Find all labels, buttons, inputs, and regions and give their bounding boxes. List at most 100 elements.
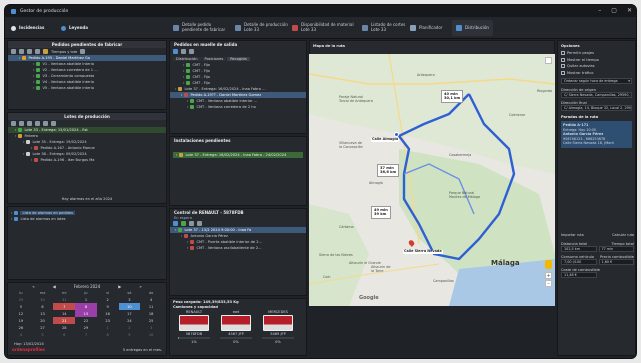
alarm-lots-item[interactable]: › Lista de alarmas en lotes bbox=[8, 216, 166, 222]
expand-icon[interactable]: › bbox=[175, 87, 176, 91]
subtab-distribucion[interactable]: Distribución bbox=[173, 57, 201, 61]
production-lot-row[interactable]: › Pedido A-196 - Iker Burgos Ma bbox=[8, 157, 166, 163]
calendar-day[interactable]: 8 bbox=[97, 331, 119, 338]
expand-icon[interactable]: › bbox=[33, 80, 34, 84]
expand-icon[interactable]: › bbox=[15, 128, 16, 132]
fullscreen-button[interactable] bbox=[545, 57, 552, 64]
expand-icon[interactable]: › bbox=[19, 56, 20, 60]
route-time-label[interactable]: 40 min 30,1 km bbox=[441, 90, 464, 103]
checkbox-icon[interactable] bbox=[561, 70, 565, 75]
order-select[interactable]: Ordenar según hora de entrega ▾ bbox=[561, 78, 632, 84]
filter-icon[interactable] bbox=[11, 49, 16, 54]
calendar-day[interactable]: 22 bbox=[75, 317, 97, 324]
outgoing-row[interactable]: › CMT - Ventana corredera de 2 ho bbox=[170, 104, 306, 110]
calendar-day[interactable]: 4 bbox=[140, 296, 162, 303]
tab-disponibilidad-material[interactable]: Disponibilidad de material Lote 33 bbox=[292, 20, 354, 36]
calendar-day[interactable]: 10 bbox=[140, 331, 162, 338]
subtab-posiciones[interactable]: Posiciones bbox=[201, 57, 227, 61]
print-icon[interactable] bbox=[197, 221, 202, 226]
checkbox-icon[interactable] bbox=[561, 64, 565, 69]
truck-icon[interactable] bbox=[173, 221, 178, 226]
calendar-day[interactable]: 7 bbox=[53, 303, 76, 310]
option-checkbox[interactable]: Mostrar tráfico bbox=[561, 70, 632, 77]
expand-icon[interactable]: › bbox=[23, 140, 24, 144]
sidebar-tab-leyenda[interactable]: Leyenda bbox=[61, 20, 88, 36]
calendar-day[interactable]: 18 bbox=[140, 310, 162, 317]
calendar-day[interactable]: 8 bbox=[75, 303, 97, 310]
expand-icon[interactable]: › bbox=[31, 146, 32, 150]
expand-icon[interactable]: › bbox=[183, 75, 184, 79]
expand-icon[interactable]: › bbox=[187, 240, 188, 244]
expand-icon[interactable]: › bbox=[183, 81, 184, 85]
calendar-day[interactable]: 29 bbox=[10, 296, 32, 303]
minimize-button[interactable]: – bbox=[598, 7, 601, 14]
sidebar-tab-incidencias[interactable]: Incidencias bbox=[11, 20, 44, 36]
expand-icon[interactable]: › bbox=[175, 228, 176, 232]
zoom-in-button[interactable]: + bbox=[545, 272, 552, 279]
calendar-day[interactable]: 10 bbox=[118, 303, 141, 310]
expand-icon[interactable]: › bbox=[15, 134, 16, 138]
calendar-day[interactable]: 16 bbox=[97, 310, 119, 317]
route-time-label[interactable]: 49 min 39 km bbox=[371, 206, 391, 219]
fuel-price-field[interactable]: 1,60 € bbox=[598, 259, 634, 265]
calendar-day[interactable]: 9 bbox=[119, 331, 141, 338]
sort-icon[interactable] bbox=[19, 49, 24, 54]
calendar-day[interactable]: 7 bbox=[75, 331, 97, 338]
truck-card[interactable]: RENAULT 5878FDB 1% bbox=[174, 310, 214, 344]
checkbox-icon[interactable] bbox=[561, 57, 565, 62]
calendar-day[interactable]: 31 bbox=[53, 296, 75, 303]
truck-icon[interactable] bbox=[173, 49, 178, 54]
expand-icon[interactable] bbox=[27, 49, 32, 54]
calendar-day[interactable]: 21 bbox=[53, 317, 76, 324]
expand-icon[interactable]: › bbox=[33, 68, 34, 72]
list-icon[interactable] bbox=[43, 121, 48, 126]
expand-icon[interactable]: › bbox=[33, 62, 34, 66]
truck-card[interactable]: MERCEDES 5469 JFP 0% bbox=[258, 310, 298, 344]
calendar-day[interactable]: 20 bbox=[32, 317, 54, 324]
times-and-lot-button[interactable]: Tiempos y lote bbox=[51, 50, 77, 54]
fuel-consumption-field[interactable]: 7,00 l/100 bbox=[561, 259, 597, 265]
calendar-day[interactable]: 3 bbox=[119, 296, 141, 303]
calendar-day[interactable]: 30 bbox=[32, 296, 54, 303]
import-route-button[interactable]: Importar ruta bbox=[561, 233, 584, 237]
zoom-out-button[interactable]: – bbox=[545, 280, 552, 287]
tab-detalle-pedido[interactable]: Detalle pedido pendiente de fabricar bbox=[173, 20, 225, 36]
fuel-cost-field[interactable]: 11,48 € bbox=[561, 272, 597, 278]
calendar-day[interactable]: 23 bbox=[97, 317, 119, 324]
calendar-day[interactable]: 2 bbox=[97, 296, 119, 303]
distance-field[interactable]: 102,5 km bbox=[561, 246, 597, 252]
calendar-day[interactable]: 9 bbox=[97, 303, 119, 310]
calendar-day[interactable]: 17 bbox=[119, 310, 141, 317]
calendar-day[interactable]: 24 bbox=[119, 317, 141, 324]
expand-icon[interactable]: › bbox=[23, 152, 24, 156]
expand-icon[interactable]: › bbox=[31, 158, 32, 162]
calendar-day[interactable]: 5 bbox=[10, 303, 32, 310]
close-button[interactable]: ✕ bbox=[627, 7, 632, 14]
grid-icon[interactable] bbox=[189, 49, 194, 54]
calendar-day[interactable]: 25 bbox=[140, 317, 162, 324]
expand-icon[interactable]: › bbox=[187, 246, 188, 250]
prev-month-button[interactable]: ◀ bbox=[53, 284, 56, 289]
calendar-day[interactable]: 13 bbox=[32, 310, 54, 317]
calculate-route-button[interactable]: Calcular ruta bbox=[612, 233, 634, 237]
prev-year-button[interactable]: « bbox=[32, 284, 34, 289]
expand-icon[interactable]: › bbox=[33, 86, 34, 90]
route-map[interactable]: Antequera Paraje Natural Torcal de Antequ… bbox=[309, 54, 555, 306]
next-year-button[interactable]: » bbox=[139, 284, 141, 289]
calendar-day[interactable]: 6 bbox=[53, 331, 75, 338]
calendar-day[interactable]: 19 bbox=[10, 317, 32, 324]
tab-detalle-produccion[interactable]: Detalle de producción Lote 33 bbox=[235, 20, 288, 36]
calendar-day[interactable]: 5 bbox=[32, 331, 54, 338]
calendar-day[interactable]: 14 bbox=[53, 310, 75, 317]
filter-icon[interactable] bbox=[11, 121, 16, 126]
expand-icon[interactable]: › bbox=[187, 105, 188, 109]
end-field[interactable]: C/ Almogía, 14, Bloque 32, Local 2, 290.… bbox=[561, 105, 632, 111]
collapse-icon[interactable] bbox=[35, 121, 40, 126]
calendar-day[interactable]: 28 bbox=[53, 324, 75, 331]
print-icon[interactable] bbox=[80, 49, 86, 54]
check-icon[interactable] bbox=[181, 221, 186, 226]
truck-card[interactable]: ewt 4567 JFP 0% bbox=[216, 310, 256, 344]
expand-icon[interactable] bbox=[27, 121, 32, 126]
subtab-recogida[interactable]: Recogida bbox=[227, 57, 250, 61]
calendar-day[interactable]: 12 bbox=[10, 310, 32, 317]
